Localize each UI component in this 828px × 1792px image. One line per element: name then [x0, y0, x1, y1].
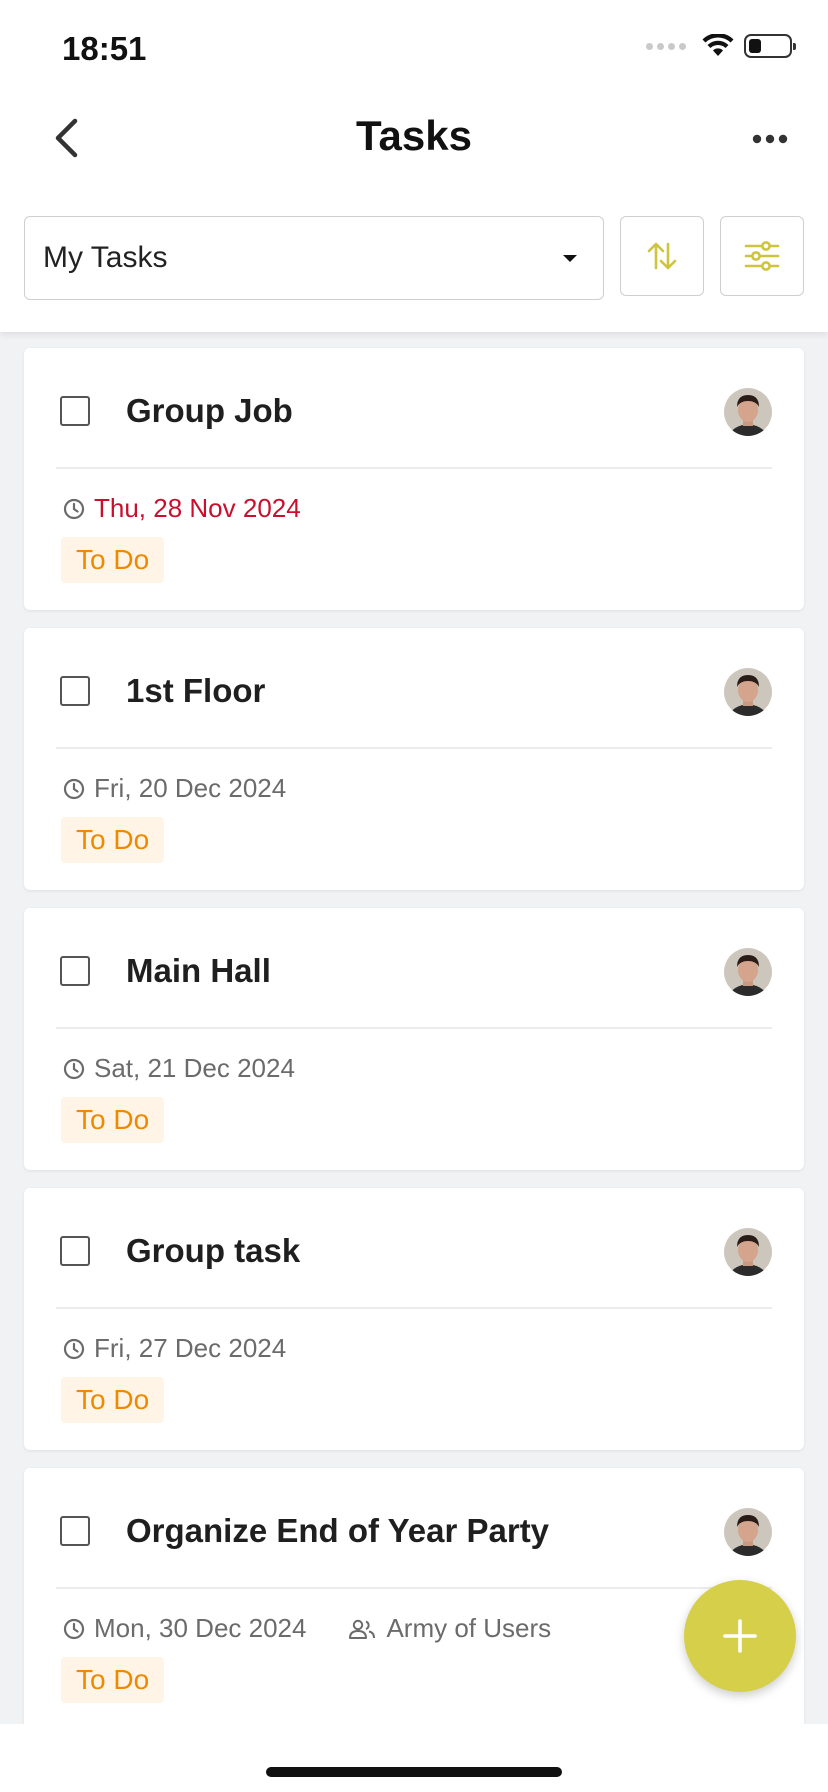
clock-icon	[62, 777, 86, 801]
filter-settings-button[interactable]	[720, 216, 804, 296]
due-date-row: Sat, 21 Dec 2024	[62, 1053, 295, 1084]
due-date: Thu, 28 Nov 2024	[94, 493, 301, 523]
status-badge: To Do	[61, 817, 165, 863]
task-title: Main Hall	[126, 952, 271, 989]
task-checkbox[interactable]	[60, 1516, 90, 1546]
card-divider	[56, 1027, 772, 1029]
clock-icon	[62, 1057, 86, 1081]
status-icons	[646, 34, 796, 58]
due-date-row: Fri, 20 Dec 2024	[62, 773, 286, 804]
task-list: Group Job Thu, 28 Nov 2024 To Do 1st Flo…	[24, 348, 804, 1748]
card-divider	[56, 747, 772, 749]
more-options-button[interactable]	[746, 126, 794, 152]
task-title: Organize End of Year Party	[126, 1512, 550, 1549]
group-name: Army of Users	[386, 1613, 552, 1643]
task-card[interactable]: Organize End of Year Party Mon, 30 Dec 2…	[24, 1468, 804, 1730]
assignee-avatar	[724, 1228, 772, 1276]
task-title: 1st Floor	[126, 672, 266, 709]
assignee-avatar	[724, 1508, 772, 1556]
wifi-icon	[702, 34, 734, 56]
status-badge: To Do	[61, 1377, 165, 1423]
status-badge: To Do	[61, 537, 165, 583]
status-time: 18:51	[62, 30, 147, 67]
card-divider	[56, 467, 772, 469]
assignee-avatar	[724, 948, 772, 996]
card-divider	[56, 1307, 772, 1309]
card-divider	[56, 1587, 772, 1589]
task-card[interactable]: Main Hall Sat, 21 Dec 2024 To Do	[24, 908, 804, 1170]
task-card[interactable]: Group Job Thu, 28 Nov 2024 To Do	[24, 348, 804, 610]
page-title: Tasks	[356, 112, 472, 159]
due-date-row: Thu, 28 Nov 2024	[62, 493, 301, 524]
task-checkbox[interactable]	[60, 676, 90, 706]
task-checkbox[interactable]	[60, 396, 90, 426]
battery-icon	[744, 34, 796, 58]
clock-icon	[62, 1617, 86, 1641]
assignee-avatar	[724, 668, 772, 716]
due-date: Fri, 27 Dec 2024	[94, 1333, 287, 1363]
signal-icon	[646, 42, 686, 50]
due-date: Sat, 21 Dec 2024	[94, 1053, 295, 1083]
task-title: Group Job	[126, 392, 293, 429]
top-bar: 18:51 Tasks My Tasks	[0, 0, 828, 332]
assignee-avatar	[724, 388, 772, 436]
task-checkbox[interactable]	[60, 1236, 90, 1266]
task-filter-value: My Tasks	[43, 241, 168, 274]
bottom-safe-area	[0, 1724, 828, 1792]
plus-icon	[723, 1619, 757, 1653]
sort-button[interactable]	[620, 216, 704, 296]
task-card[interactable]: 1st Floor Fri, 20 Dec 2024 To Do	[24, 628, 804, 890]
people-icon	[348, 1618, 376, 1640]
task-title: Group task	[126, 1232, 301, 1269]
caret-down-icon	[563, 255, 577, 262]
task-checkbox[interactable]	[60, 956, 90, 986]
sliders-icon	[744, 241, 780, 271]
add-task-button[interactable]	[684, 1580, 796, 1692]
ellipsis-icon	[752, 134, 788, 144]
status-badge: To Do	[61, 1657, 165, 1703]
sort-arrows-icon	[647, 242, 677, 270]
due-date: Mon, 30 Dec 2024	[94, 1613, 307, 1643]
clock-icon	[62, 1337, 86, 1361]
assigned-group: Army of Users	[348, 1613, 551, 1644]
clock-icon	[62, 497, 86, 521]
due-date: Fri, 20 Dec 2024	[94, 773, 287, 803]
due-date-row: Mon, 30 Dec 2024 Army of Users	[62, 1613, 551, 1644]
task-card[interactable]: Group task Fri, 27 Dec 2024 To Do	[24, 1188, 804, 1450]
task-filter-select[interactable]: My Tasks	[24, 216, 604, 300]
home-indicator[interactable]	[266, 1767, 562, 1777]
status-badge: To Do	[61, 1097, 165, 1143]
due-date-row: Fri, 27 Dec 2024	[62, 1333, 286, 1364]
